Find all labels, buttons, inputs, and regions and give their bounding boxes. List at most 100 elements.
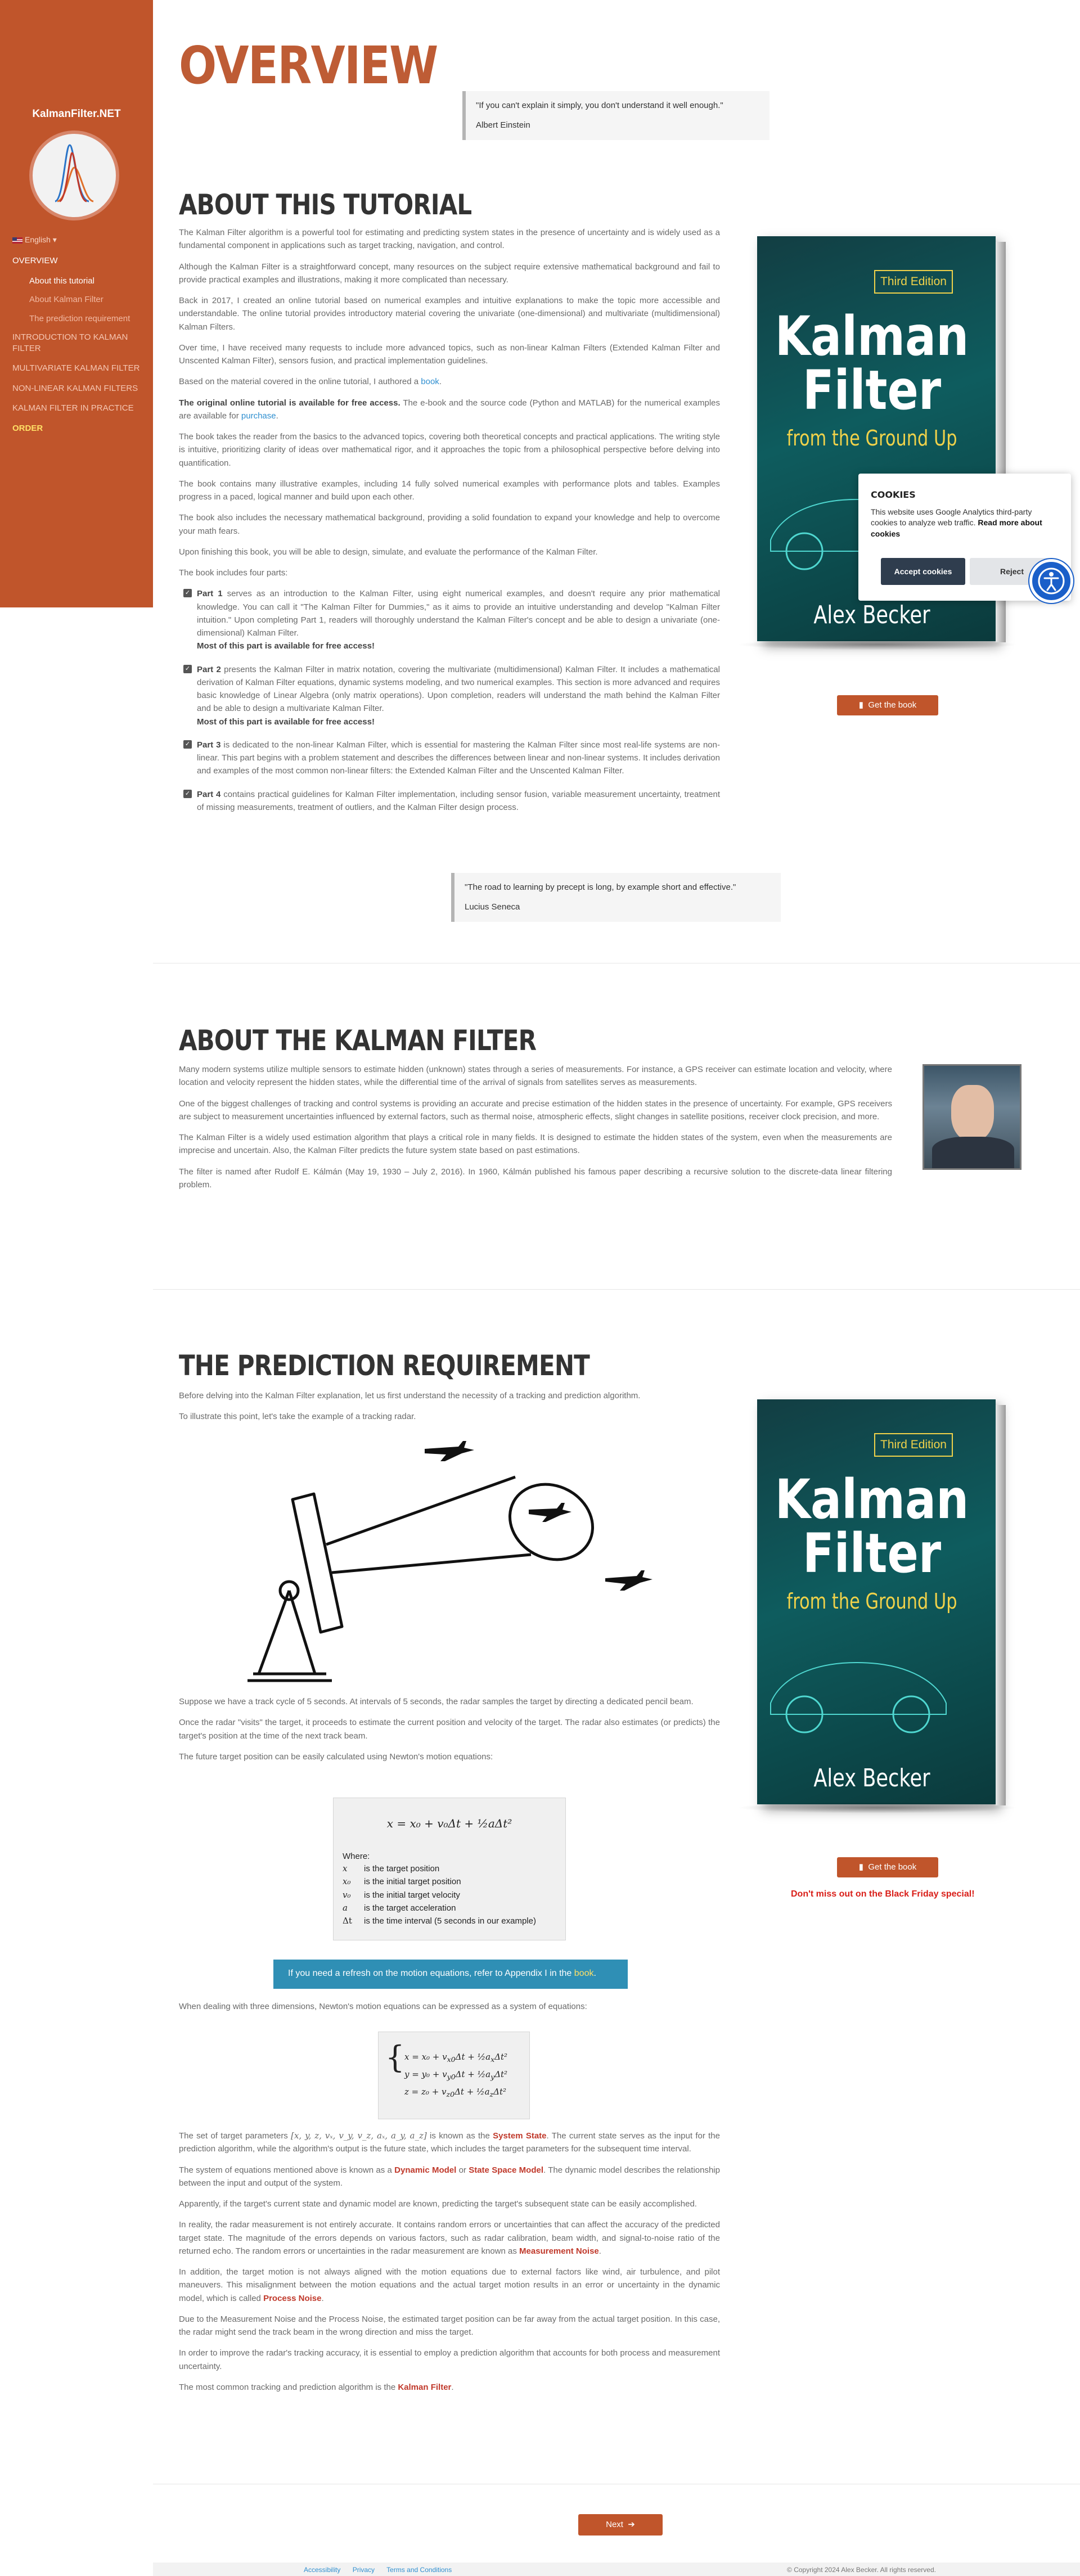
paragraph: When dealing with three dimensions, Newt… [179, 2002, 587, 2011]
footer-privacy-link[interactable]: Privacy [353, 2566, 375, 2574]
checkbox-icon: ✓ [183, 664, 192, 673]
book-link[interactable]: book [421, 377, 439, 386]
get-book-button[interactable]: ▮ Get the book [837, 1857, 938, 1877]
portrait-kalman [922, 1064, 1022, 1170]
nav-prediction-requirement[interactable]: The prediction requirement [12, 313, 147, 325]
book-subtitle: from the Ground Up [786, 1589, 957, 1614]
book-cover[interactable]: Third Edition Kalman Filter from the Gro… [726, 1399, 1018, 1816]
var-symbol: x [343, 1863, 348, 1874]
paragraph: The book includes four parts: [179, 568, 288, 578]
site-brand[interactable]: KalmanFilter.NET [0, 106, 153, 122]
book-spine [996, 1405, 1006, 1805]
term-process-noise: Process Noise [263, 2293, 322, 2303]
arrow-right-icon: ➔ [628, 2520, 635, 2529]
free-access-note: The original online tutorial is availabl… [179, 398, 400, 408]
nav-multivariate[interactable]: Multivariate Kalman Filter [12, 363, 147, 374]
paragraph: In reality, the radar measurement is not… [179, 2220, 720, 2256]
list-item: ✓ Part 3 is dedicated to the non-linear K… [183, 738, 720, 778]
tutorial-content: The Kalman Filter algorithm is a powerfu… [179, 226, 720, 824]
var-symbol: a [343, 1902, 348, 1913]
book-title-line2: Filter [802, 359, 942, 422]
variables-table: x is the target position x₀ is the initial… [343, 1862, 536, 1928]
part-text: contains practical guidelines for Kalman… [197, 789, 720, 812]
term-dynamic-model: Dynamic Model [394, 2165, 457, 2175]
part-note: Most of this part is available for free … [197, 717, 375, 727]
prediction-intro: Before delving into the Kalman Filter ex… [179, 1389, 720, 1431]
quote-author: Lucius Seneca [465, 902, 520, 912]
checkbox-icon: ✓ [183, 789, 192, 798]
footer-terms-link[interactable]: Terms and Conditions [386, 2566, 452, 2574]
var-desc: is the initial target velocity [364, 1890, 460, 1900]
cookie-text: This website uses Google Analytics third… [871, 507, 1059, 540]
get-book-label: Get the book [868, 700, 917, 710]
accept-cookies-button[interactable]: Accept cookies [881, 558, 965, 585]
book-author: Alex Becker [813, 1764, 930, 1793]
paragraph: Many modern systems utilize multiple sen… [179, 1065, 892, 1088]
nav-nonlinear[interactable]: Non-linear Kalman Filters [12, 383, 147, 394]
nav-in-practice[interactable]: Kalman Filter in practice [12, 403, 147, 414]
list-item: ✓ Part 2 presents the Kalman Filter in ma… [183, 663, 720, 728]
part-text: presents the Kalman Filter in matrix not… [197, 664, 720, 714]
term-system-state: System State [493, 2131, 547, 2141]
paragraph: The Kalman Filter algorithm is a powerfu… [179, 228, 720, 251]
radar-illustration [248, 1441, 652, 1682]
term-state-space-model: State Space Model [469, 2165, 544, 2175]
nav-about-tutorial[interactable]: About this tutorial [12, 276, 147, 287]
part-text: is dedicated to the non-linear Kalman Fi… [197, 740, 720, 776]
car-illustration [770, 1662, 947, 1733]
paragraph: Apparently, if the target's current stat… [179, 2199, 697, 2209]
parts-list: ✓ Part 1 serves as an introduction to the… [183, 587, 720, 814]
footer-links: Accessibility Privacy Terms and Conditio… [304, 2565, 462, 2575]
footer-accessibility-link[interactable]: Accessibility [304, 2566, 340, 2574]
var-symbol: v₀ [343, 1889, 351, 1900]
next-label: Next [606, 2520, 623, 2529]
list-item: ✓ Part 1 serves as an introduction to the… [183, 587, 720, 652]
info-callout: If you need a refresh on the motion equa… [273, 1960, 628, 1989]
section-title-prediction: The prediction requirement [179, 1349, 590, 1382]
table-row: v₀ is the initial target velocity [343, 1889, 536, 1902]
get-book-button[interactable]: ▮ Get the book [837, 695, 938, 715]
portrait-face [951, 1085, 994, 1141]
nav-overview[interactable]: Overview [12, 255, 147, 267]
get-book-label: Get the book [868, 1862, 917, 1872]
motion-equation: x = x₀ + v₀Δt + ½aΔt² [386, 1817, 512, 1830]
book-edition: Third Edition [874, 270, 953, 294]
nav-introduction[interactable]: Introduction to Kalman Filter [12, 332, 147, 354]
book-title-line1: Kalman [775, 305, 969, 368]
state-params: [x, y, z, vₓ, v_y, v_z, aₓ, a_y, a_z] [291, 2131, 427, 2141]
book-title-line1: Kalman [775, 1468, 969, 1531]
nav-order[interactable]: Order [12, 423, 147, 434]
cookie-title: COOKIES [871, 489, 916, 500]
system-equations: x = x₀ + vx0Δt + ½axΔt² y = y₀ + vy0Δt +… [404, 2052, 508, 2098]
footer: Accessibility Privacy Terms and Conditio… [153, 2563, 1080, 2576]
part-label: Part 3 [197, 740, 221, 750]
system-equations-box: { x = x₀ + vx0Δt + ½axΔt² y = y₀ + vy0Δt… [378, 2032, 530, 2119]
info-book-link[interactable]: book [574, 1969, 594, 1978]
accessibility-button[interactable] [1029, 559, 1073, 603]
table-row: x₀ is the initial target position [343, 1875, 536, 1888]
paragraph: The filter is named after Rudolf E. Kálm… [179, 1167, 892, 1190]
paragraph: One of the biggest challenges of trackin… [179, 1098, 892, 1122]
prediction-content-1: Suppose we have a track cycle of 5 secon… [179, 1695, 720, 1771]
paragraph: The book takes the reader from the basic… [179, 432, 720, 468]
paragraph: Once the radar "visits" the target, it p… [179, 1718, 720, 1741]
language-selector[interactable]: English ▾ [12, 234, 57, 246]
site-logo[interactable] [29, 130, 119, 220]
text: is known as the [426, 2131, 493, 2141]
list-item: ✓ Part 4 contains practical guidelines fo… [183, 788, 720, 814]
where-label: Where: [343, 1852, 370, 1861]
purchase-link[interactable]: purchase [241, 411, 276, 421]
part-label: Part 2 [197, 664, 221, 674]
text: In reality, the radar measurement is not… [179, 2220, 720, 2256]
paragraph: Over time, I have received many requests… [179, 343, 720, 366]
var-symbol: x₀ [343, 1876, 351, 1887]
footer-copyright: © Copyright 2024 Alex Becker. All rights… [787, 2566, 936, 2574]
nav-about-kalman[interactable]: About Kalman Filter [12, 294, 147, 305]
paragraph: The book contains many illustrative exam… [179, 479, 720, 502]
var-desc: is the time interval (5 seconds in our e… [364, 1916, 536, 1926]
next-button[interactable]: Next ➔ [578, 2514, 663, 2536]
prediction-content-2: When dealing with three dimensions, Newt… [179, 2000, 720, 2021]
term-kalman-filter: Kalman Filter [398, 2382, 452, 2392]
text: The set of target parameters [179, 2131, 291, 2141]
black-friday-link[interactable]: Don't miss out on the Black Friday speci… [791, 1888, 975, 1902]
